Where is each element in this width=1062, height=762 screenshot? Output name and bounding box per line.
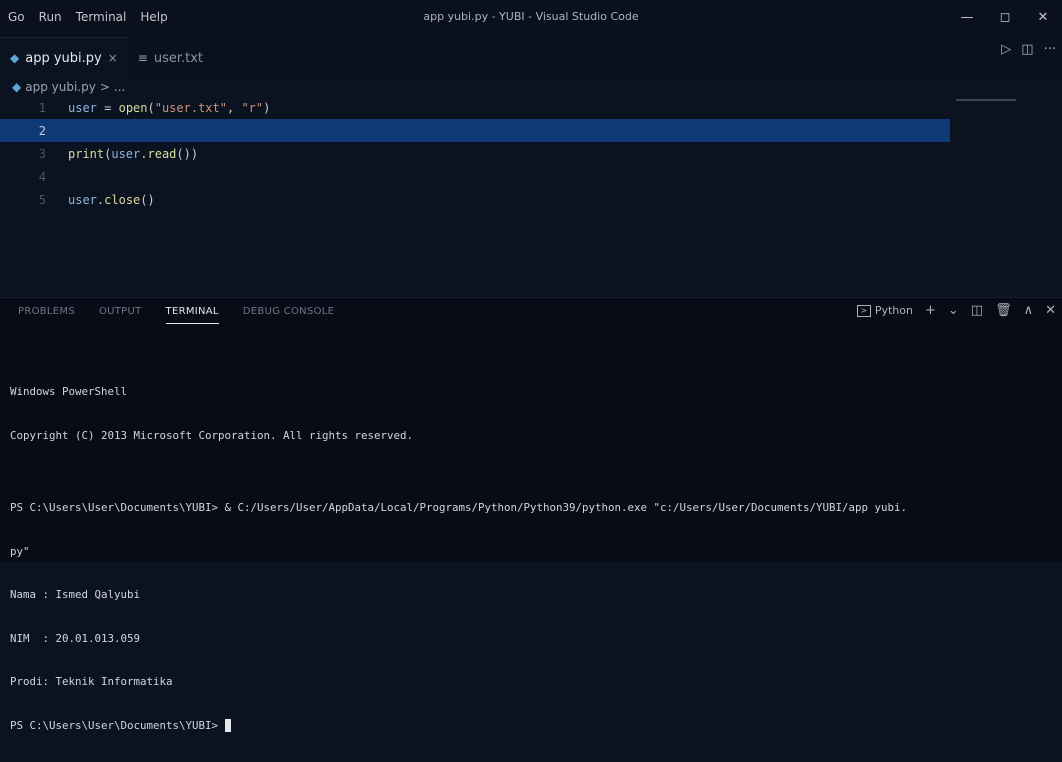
close-panel-icon[interactable]: ✕ [1045,303,1056,318]
terminal-shell-selector[interactable]: > Python [856,304,913,317]
terminal-prompt: PS C:\Users\User\Documents\YUBI> [10,718,225,732]
minimize-icon[interactable]: — [948,0,986,34]
code-token: user [68,100,97,115]
tab-output[interactable]: OUTPUT [99,306,142,324]
tab-label: user.txt [153,50,204,66]
code-token: ) [263,100,271,115]
editor-tabs: ◆ app yubi.py × ≡ user.txt ▷ ◫ ··· [0,34,1062,78]
line-number: 4 [38,169,46,184]
new-terminal-icon[interactable]: + [925,303,936,318]
shell-label: Python [874,304,913,317]
code-token: . [140,146,148,161]
code-token: read [147,146,177,161]
code-token: () [140,192,155,207]
maximize-panel-icon[interactable]: ∧ [1024,303,1034,318]
tab-app-yubi[interactable]: ◆ app yubi.py × [0,37,128,78]
python-file-icon: ◆ [10,51,20,65]
code-token: close [104,192,141,207]
line-number: 3 [38,146,46,161]
code-line[interactable]: 3 print(user.read()) [0,142,950,165]
title-bar: Go Run Terminal Help app yubi.py - YUBI … [0,0,1062,34]
tab-terminal[interactable]: TERMINAL [165,306,219,324]
terminal-prompt-line: PS C:\Users\User\Documents\YUBI> [10,719,907,734]
close-window-icon[interactable]: ✕ [1024,0,1062,34]
breadcrumb-file[interactable]: app yubi.py [25,80,96,94]
menu-run[interactable]: Run [39,10,62,24]
code-editor[interactable]: 1 user = open("user.txt", "r") 2 3 print(use… [0,96,1062,286]
code-token: "user.txt" [154,100,227,115]
terminal-line: py" [10,544,30,558]
terminal-line: NIM : 20.01.013.059 [10,631,141,645]
breadcrumb-trail[interactable]: ... [114,80,125,94]
menu-terminal[interactable]: Terminal [76,10,127,24]
code-token: ()) [176,146,199,161]
code-token: open [118,100,148,115]
code-token: user [68,192,97,207]
breadcrumb-separator: > [99,80,110,94]
code-text: user = open("user.txt", "r") [68,101,270,115]
python-file-icon: ◆ [12,80,22,94]
code-text: print(user.read()) [68,147,198,161]
terminal-line: Nama : Ismed Qalyubi [10,588,141,601]
line-number: 5 [38,192,46,207]
terminal-line: Prodi: Teknik Informatika [10,675,173,688]
split-editor-icon[interactable]: ◫ [1021,42,1033,57]
code-line[interactable]: 2 [0,119,950,142]
panel-actions: > Python + ⌄ ◫ 🗑 ∧ ✕ [856,303,1056,318]
line-number: 1 [38,100,46,115]
bottom-panel: PROBLEMS OUTPUT TERMINAL DEBUG CONSOLE >… [0,297,1062,732]
trash-icon[interactable]: 🗑 [995,303,1012,318]
breadcrumb: ◆ app yubi.py > ... [12,80,125,94]
menu-bar: Go Run Terminal Help [0,10,168,24]
run-icon[interactable]: ▷ [1001,42,1011,57]
terminal-output[interactable]: Windows PowerShell Copyright (C) 2013 Mi… [10,356,907,762]
terminal-line: Copyright (C) 2013 Microsoft Corporation… [10,428,414,442]
chevron-down-icon[interactable]: ⌄ [948,303,959,318]
code-line[interactable]: 4 [0,165,950,188]
maximize-icon[interactable]: ◻ [986,0,1024,34]
code-token: user [111,146,141,161]
tab-problems[interactable]: PROBLEMS [18,306,75,324]
tab-debug-console[interactable]: DEBUG CONSOLE [243,306,334,324]
terminal-line: PS C:\Users\User\Documents\YUBI> & C:/Us… [10,501,908,514]
code-text: user.close() [68,193,155,207]
tab-label: app yubi.py [25,50,102,66]
text-file-icon: ≡ [137,51,148,65]
terminal-cursor [224,719,231,732]
code-token: "r" [241,100,264,115]
split-terminal-icon[interactable]: ◫ [971,303,983,318]
code-token: , [226,100,242,115]
line-number: 2 [38,123,46,138]
panel-tabs: PROBLEMS OUTPUT TERMINAL DEBUG CONSOLE [18,306,334,324]
more-actions-icon[interactable]: ··· [1044,42,1056,57]
code-token: ( [147,100,155,115]
window-controls: — ◻ ✕ [948,0,1062,34]
menu-help[interactable]: Help [140,10,167,24]
terminal-line: Windows PowerShell [10,385,128,398]
code-token: print [68,146,105,161]
terminal-icon: > [856,304,871,317]
close-tab-icon[interactable]: × [108,51,118,65]
editor-actions: ▷ ◫ ··· [1001,42,1056,57]
code-line[interactable]: 1 user = open("user.txt", "r") [0,96,950,119]
code-line[interactable]: 5 user.close() [0,188,950,211]
minimap[interactable] [956,96,1046,102]
tab-user-txt[interactable]: ≡ user.txt [128,38,213,78]
code-token: = [96,100,119,115]
menu-go[interactable]: Go [8,10,25,24]
